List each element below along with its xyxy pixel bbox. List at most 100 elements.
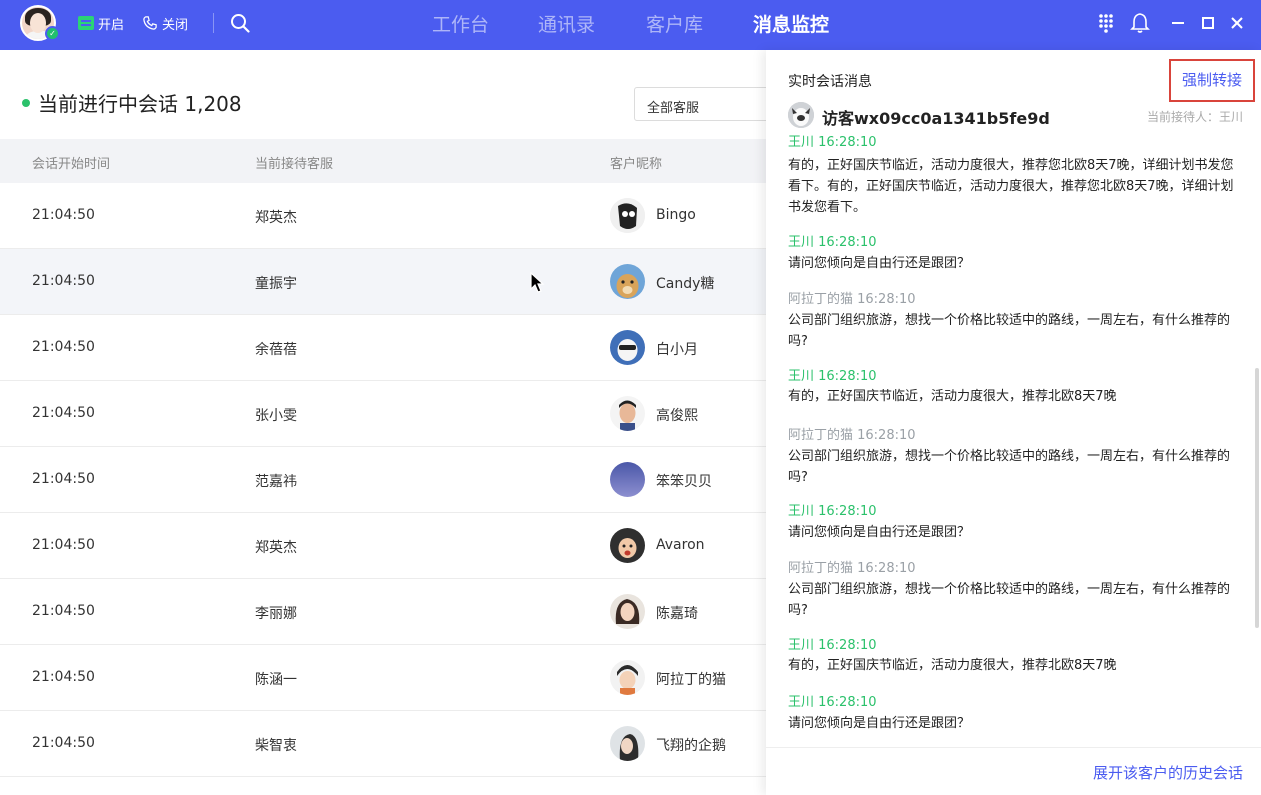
table-row[interactable]: 21:04:50 张小雯 高俊熙 — [0, 381, 770, 447]
table-row[interactable]: 21:04:50 陈涵一 阿拉丁的猫 — [0, 645, 770, 711]
start-time: 21:04:50 — [32, 735, 95, 751]
start-time: 21:04:50 — [32, 471, 95, 487]
customer-avatar — [610, 198, 645, 233]
customer-nickname: Avaron — [656, 537, 705, 553]
message-scrollbar[interactable] — [1255, 368, 1259, 628]
message-sender: 阿拉丁的猫 16:28:10 — [788, 292, 916, 307]
customer-nickname: 陈嘉琦 — [656, 606, 698, 622]
realtime-session-drawer: 实时会话消息 强制转接 访客wx09cc0a1341b5fe9d 当前接待人：王… — [766, 50, 1261, 795]
column-header-agent: 当前接待客服 — [255, 157, 334, 172]
message-text: 有的，正好国庆节临近，活动力度很大，推荐北欧8天7晚 — [788, 389, 1117, 404]
page-title: 当前进行中会话 1,208 — [38, 92, 242, 116]
session-list-panel: 当前进行中会话 1,208 全部客服 会话开始时间 当前接待客服 客户昵称 21… — [0, 50, 794, 795]
nav-tab-workbench[interactable]: 工作台 — [432, 10, 489, 38]
message-sender: 王川 16:28:10 — [788, 235, 877, 250]
customer-nickname: Candy糖 — [656, 276, 715, 292]
agent-name: 柴智衷 — [255, 738, 297, 754]
mouse-cursor-icon — [530, 272, 545, 293]
message-text: 请问您倾向是自由行还是跟团？ — [788, 256, 971, 271]
message-sender: 王川 16:28:10 — [788, 135, 877, 150]
customer-avatar — [610, 660, 645, 695]
drawer-footer: 展开该客户的历史会话 — [766, 747, 1261, 795]
message-list[interactable]: 王川 16:28:10 有的，正好国庆节临近，活动力度很大，推荐您北欧8天7晚，… — [766, 134, 1261, 747]
active-indicator-dot — [22, 99, 30, 107]
customer-avatar — [610, 462, 645, 497]
search-icon[interactable] — [230, 13, 250, 33]
bell-icon[interactable] — [1129, 12, 1151, 34]
agent-name: 余蓓蓓 — [255, 342, 297, 358]
start-time: 21:04:50 — [32, 603, 95, 619]
agent-name: 童振宇 — [255, 276, 297, 292]
customer-nickname: 阿拉丁的猫 — [656, 672, 726, 688]
message-sender: 阿拉丁的猫 16:28:10 — [788, 561, 916, 576]
message-sender: 王川 16:28:10 — [788, 695, 877, 710]
start-time: 21:04:50 — [32, 273, 95, 289]
online-check-icon: ✓ — [45, 26, 60, 41]
status-off-label: 关闭 — [162, 17, 189, 33]
agent-name: 张小雯 — [255, 408, 297, 424]
message-sender: 阿拉丁的猫 16:28:10 — [788, 428, 916, 443]
start-time: 21:04:50 — [32, 339, 95, 355]
force-transfer-button[interactable]: 强制转接 — [1169, 59, 1255, 102]
table-row[interactable]: 21:04:50 李丽娜 陈嘉琦 — [0, 579, 770, 645]
message-sender: 王川 16:28:10 — [788, 638, 877, 653]
visitor-name: 访客wx09cc0a1341b5fe9d — [822, 109, 1050, 128]
table-row[interactable]: 21:04:50 范嘉祎 笨笨贝贝 — [0, 447, 770, 513]
status-off-button[interactable]: 关闭 — [142, 13, 188, 33]
phone-icon — [143, 16, 157, 30]
customer-nickname: 笨笨贝贝 — [656, 474, 712, 490]
start-time: 21:04:50 — [32, 537, 95, 553]
start-time: 21:04:50 — [32, 207, 95, 223]
table-header: 会话开始时间 当前接待客服 客户昵称 — [0, 139, 770, 183]
message-sender: 王川 16:28:10 — [788, 369, 877, 384]
close-icon[interactable] — [1226, 12, 1248, 34]
drawer-title: 实时会话消息 — [788, 74, 872, 90]
customer-avatar — [610, 264, 645, 299]
column-header-start-time: 会话开始时间 — [32, 157, 111, 172]
agent-name: 陈涵一 — [255, 672, 297, 688]
customer-nickname: 高俊熙 — [656, 408, 698, 424]
divider — [213, 13, 214, 33]
table-row[interactable]: 21:04:50 童振宇 Candy糖 — [0, 249, 770, 315]
nav-tab-customers[interactable]: 客户库 — [646, 10, 703, 38]
customer-nickname: 飞翔的企鹅 — [656, 738, 726, 754]
table-row[interactable]: 21:04:50 余蓓蓓 白小月 — [0, 315, 770, 381]
dialpad-icon[interactable] — [1095, 12, 1117, 34]
top-bar: ✓ 开启 关闭 工作台 通讯录 客户库 消息监控 — [0, 0, 1261, 50]
agent-name: 郑英杰 — [255, 540, 297, 556]
column-header-customer: 客户昵称 — [610, 157, 663, 172]
nav-tab-contacts[interactable]: 通讯录 — [538, 10, 595, 38]
customer-avatar — [610, 396, 645, 431]
message-text: 公司部门组织旅游，想找一个价格比较适中的路线，一周左右，有什么推荐的吗? — [788, 582, 1231, 618]
status-on-button[interactable]: 开启 — [78, 13, 124, 33]
table-row[interactable]: 21:04:50 郑英杰 Bingo — [0, 183, 770, 249]
agent-name: 李丽娜 — [255, 606, 297, 622]
customer-nickname: Bingo — [656, 207, 696, 223]
customer-nickname: 白小月 — [656, 342, 698, 358]
maximize-icon[interactable] — [1197, 12, 1219, 34]
table-row[interactable]: 21:04:50 柴智衷 飞翔的企鹅 — [0, 711, 770, 777]
agent-name: 郑英杰 — [255, 210, 297, 226]
message-sender: 王川 16:28:10 — [788, 504, 877, 519]
visitor-avatar — [788, 102, 814, 128]
status-on-label: 开启 — [98, 17, 125, 33]
agent-name: 范嘉祎 — [255, 474, 297, 490]
message-text: 请问您倾向是自由行还是跟团？ — [788, 716, 971, 731]
message-text: 有的，正好国庆节临近，活动力度很大，推荐您北欧8天7晚，详细计划书发您看下。有的… — [788, 158, 1234, 215]
message-text: 请问您倾向是自由行还是跟团？ — [788, 525, 971, 540]
customer-avatar — [610, 726, 645, 761]
start-time: 21:04:50 — [32, 405, 95, 421]
nav-tab-message-monitor[interactable]: 消息监控 — [753, 10, 829, 38]
customer-avatar — [610, 528, 645, 563]
customer-avatar — [610, 330, 645, 365]
minimize-icon[interactable] — [1167, 12, 1189, 34]
current-receiver: 当前接待人：王川 — [1146, 110, 1243, 124]
message-icon — [78, 16, 94, 30]
expand-history-link[interactable]: 展开该客户的历史会话 — [1093, 762, 1243, 783]
message-text: 公司部门组织旅游，想找一个价格比较适中的路线，一周左右，有什么推荐的吗? — [788, 449, 1231, 485]
table-row[interactable]: 21:04:50 郑英杰 Avaron — [0, 513, 770, 579]
message-text: 有的，正好国庆节临近，活动力度很大，推荐北欧8天7晚 — [788, 658, 1117, 673]
start-time: 21:04:50 — [32, 669, 95, 685]
message-text: 公司部门组织旅游，想找一个价格比较适中的路线，一周左右，有什么推荐的吗? — [788, 313, 1231, 349]
customer-avatar — [610, 594, 645, 629]
